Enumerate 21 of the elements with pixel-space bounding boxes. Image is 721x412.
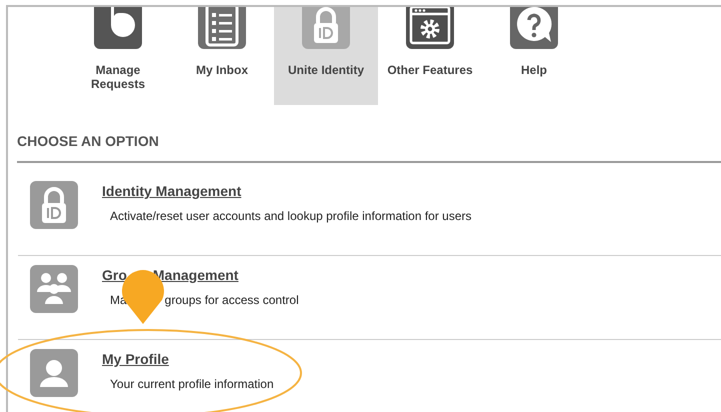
id-lock-icon	[302, 7, 350, 49]
clipboard-icon	[198, 7, 246, 49]
nav-tab[interactable]: Help	[482, 7, 586, 105]
group-icon	[30, 265, 78, 313]
nav-tab[interactable]: My Inbox	[170, 7, 274, 105]
user-icon	[30, 349, 78, 397]
id-lock-icon	[30, 181, 78, 229]
option-link[interactable]: Identity Management	[102, 183, 242, 199]
option-description: Your current profile information	[110, 377, 274, 391]
figure-icon	[94, 7, 142, 49]
option-description: Activate/reset user accounts and lookup profile information for users	[110, 209, 472, 223]
nav-tab[interactable]: Other Features	[378, 7, 482, 105]
nav-tab[interactable]: Unite Identity	[274, 7, 378, 105]
option-link[interactable]: My Profile	[102, 351, 169, 367]
option-link[interactable]: Management	[152, 267, 238, 283]
nav-tab[interactable]: Manage Requests	[66, 7, 170, 105]
section-heading: CHOOSE AN OPTION	[17, 133, 721, 163]
help-icon	[510, 7, 558, 49]
option-description: groups for access control	[164, 293, 299, 307]
gear-window-icon	[406, 7, 454, 49]
option-link[interactable]: Gro	[102, 267, 127, 283]
